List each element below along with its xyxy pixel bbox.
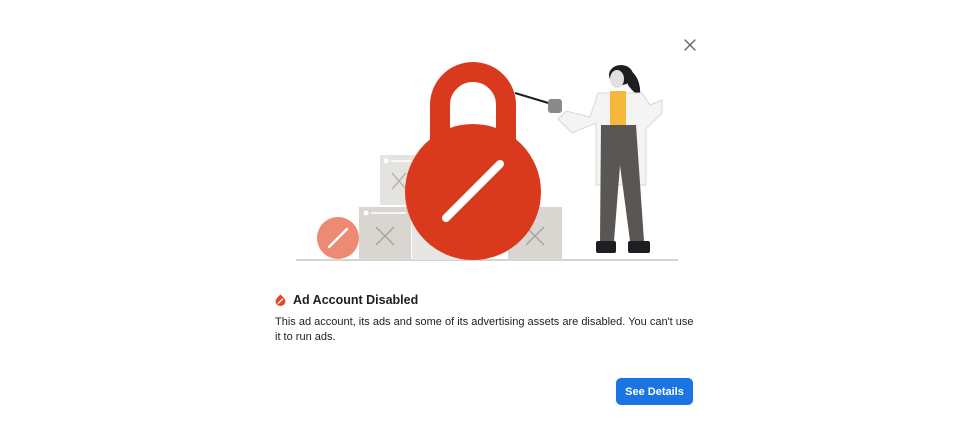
- dialog-description: This ad account, its ads and some of its…: [275, 316, 694, 343]
- dialog-header: Ad Account Disabled: [275, 293, 418, 307]
- see-details-button[interactable]: See Details: [616, 378, 693, 405]
- locked-account-illustration: [296, 62, 678, 261]
- padlock-icon: [405, 62, 541, 260]
- ad-account-disabled-dialog: Ad Account Disabled This ad account, its…: [0, 0, 960, 440]
- close-icon: [684, 39, 696, 51]
- dialog-title: Ad Account Disabled: [293, 293, 419, 307]
- small-disabled-badge: [317, 217, 359, 259]
- warning-icon: [275, 294, 286, 306]
- close-button[interactable]: [682, 37, 698, 53]
